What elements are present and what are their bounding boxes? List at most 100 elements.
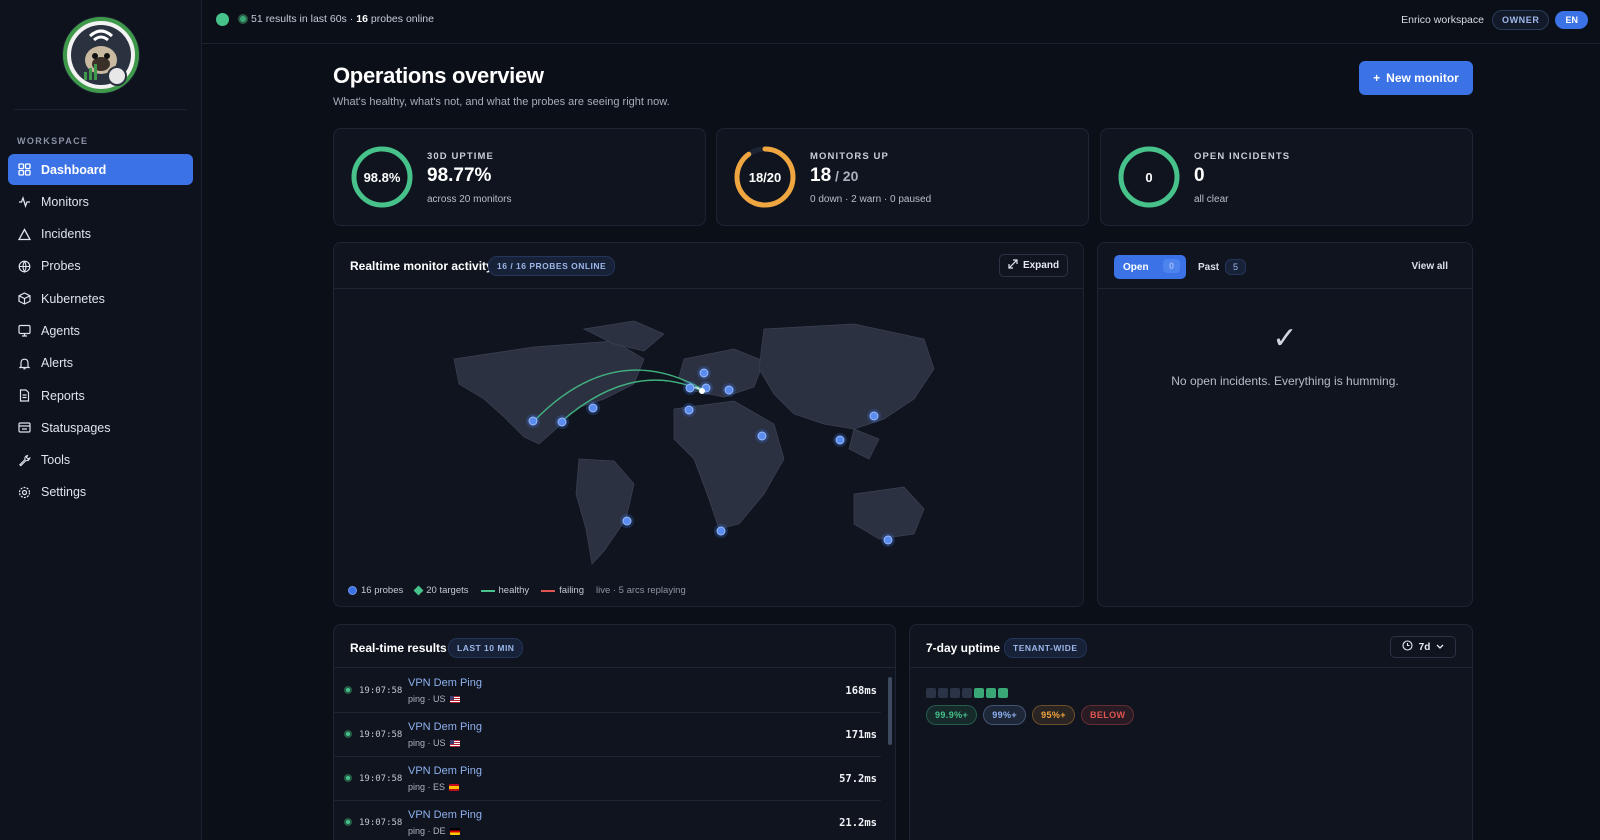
last-10-min-badge: LAST 10 MIN xyxy=(448,638,524,658)
result-status-dot xyxy=(344,818,352,826)
uptime-day-cell[interactable] xyxy=(998,688,1008,698)
view-all-link[interactable]: View all xyxy=(1411,261,1448,272)
monitors-up-subtext: 0 down · 2 warn · 0 paused xyxy=(810,194,932,205)
uptime-day-cell[interactable] xyxy=(926,688,936,698)
expand-icon xyxy=(1008,259,1018,272)
uptime-day-cell[interactable] xyxy=(950,688,960,698)
sidebar-item-kubernetes[interactable]: Kubernetes xyxy=(8,283,193,314)
open-incidents-subtext: all clear xyxy=(1194,194,1229,205)
gear-icon xyxy=(18,486,31,499)
result-row[interactable]: 19:07:58 VPN Dem Ping ping · US 171ms xyxy=(334,713,881,757)
result-monitor-name[interactable]: VPN Dem Ping xyxy=(408,721,482,733)
sidebar-item-alerts[interactable]: Alerts xyxy=(8,348,193,379)
uptime-value: 98.77% xyxy=(427,165,491,187)
asia-shape xyxy=(758,323,935,430)
sidebar: WORKSPACE Dashboard Monitors Incidents Prob… xyxy=(0,0,202,840)
past-count-badge: 5 xyxy=(1225,259,1247,275)
sidebar-item-label: Dashboard xyxy=(41,162,107,177)
monitors-up-ring-label: 18/20 xyxy=(748,169,782,185)
activity-title: Realtime monitor activity xyxy=(350,259,493,273)
sidebar-item-label: Alerts xyxy=(41,356,73,371)
app-logo[interactable] xyxy=(61,15,140,94)
results-text: results in last 60s · xyxy=(265,13,354,25)
flag-us-icon xyxy=(449,695,460,703)
open-incidents-stat-card: 0 OPEN INCIDENTS 0 all clear xyxy=(1100,128,1473,226)
result-monitor-name[interactable]: VPN Dem Ping xyxy=(408,809,482,821)
uptime-day-cell[interactable] xyxy=(938,688,948,698)
probe-marker xyxy=(716,526,726,536)
sidebar-item-tools[interactable]: Tools xyxy=(8,445,193,476)
legend-healthy: healthy xyxy=(498,585,530,596)
result-meta: ping · US xyxy=(408,694,460,704)
expand-label: Expand xyxy=(1022,260,1060,271)
tab-past-label: Past xyxy=(1198,261,1220,273)
sidebar-item-probes[interactable]: Probes xyxy=(8,251,193,282)
uptime-title: 30D UPTIME xyxy=(427,151,494,162)
expand-button[interactable]: Expand xyxy=(999,254,1068,277)
topbar: 51 results in last 60s · 16 probes onlin… xyxy=(202,0,1600,44)
probe-marker xyxy=(685,383,695,393)
sidebar-item-label: Monitors xyxy=(41,194,89,209)
result-time: 19:07:58 xyxy=(359,818,403,828)
probe-marker xyxy=(757,431,767,441)
probes-count: 16 xyxy=(356,13,368,25)
probe-marker xyxy=(684,405,694,415)
result-row[interactable]: 19:07:58 VPN Dem Ping ping · US 168ms xyxy=(334,669,881,713)
probes-online-badge: 16 / 16 PROBES ONLINE xyxy=(488,256,616,276)
sidebar-item-statuspages[interactable]: Statuspages xyxy=(8,412,193,443)
result-status-dot xyxy=(344,686,352,694)
no-incidents-message: No open incidents. Everything is humming… xyxy=(1171,374,1399,388)
globe-icon xyxy=(18,260,31,273)
map-legend: 16 probes 20 targets healthy failing liv… xyxy=(348,585,686,596)
stat-main-value: 0 xyxy=(1194,165,1205,186)
legend-failing: failing xyxy=(559,585,584,596)
sidebar-item-settings[interactable]: Settings xyxy=(8,477,193,508)
uptime-legend-chip: 95%+ xyxy=(1032,705,1075,725)
result-monitor-name[interactable]: VPN Dem Ping xyxy=(408,677,482,689)
results-scrollbar[interactable] xyxy=(888,677,892,745)
world-map[interactable] xyxy=(334,289,1083,576)
probes-text: probes online xyxy=(370,13,434,25)
sidebar-item-label: Incidents xyxy=(41,227,92,242)
open-incidents-value: 0 xyxy=(1194,165,1205,187)
uptime-ring-label: 98.8% xyxy=(363,169,401,185)
pulse-icon xyxy=(18,195,31,209)
result-meta: ping · US xyxy=(408,738,460,748)
range-value: 7d xyxy=(1418,641,1431,653)
document-icon xyxy=(18,389,31,402)
result-row[interactable]: 19:07:58 VPN Dem Ping ping · ES 57.2ms xyxy=(334,757,881,801)
africa-shape xyxy=(673,400,785,530)
chevron-down-icon xyxy=(1436,642,1444,653)
sidebar-item-agents[interactable]: Agents xyxy=(8,315,193,346)
new-monitor-button[interactable]: + New monitor xyxy=(1359,61,1473,95)
sidebar-item-label: Settings xyxy=(41,485,87,500)
legend-live: live · 5 arcs replaying xyxy=(595,585,686,596)
tab-open-incidents[interactable]: Open 0 xyxy=(1114,255,1186,279)
sidebar-item-incidents[interactable]: Incidents xyxy=(8,219,193,250)
probe-marker xyxy=(699,368,709,378)
result-status-dot xyxy=(344,730,352,738)
uptime-subtext: across 20 monitors xyxy=(427,194,512,205)
result-monitor-name[interactable]: VPN Dem Ping xyxy=(408,765,482,777)
result-row[interactable]: 19:07:58 VPN Dem Ping ping · DE 21.2ms xyxy=(334,801,881,840)
page-subtitle: What's healthy, what's not, and what the… xyxy=(333,96,670,108)
probe-legend-icon xyxy=(348,586,357,595)
workspace-name[interactable]: Enrico workspace xyxy=(1401,14,1484,26)
sidebar-item-reports[interactable]: Reports xyxy=(8,380,193,411)
uptime-day-cell[interactable] xyxy=(974,688,984,698)
stat-main-value: 18 xyxy=(810,165,832,186)
south-america-shape xyxy=(575,458,635,565)
sidebar-item-monitors[interactable]: Monitors xyxy=(8,186,193,217)
result-meta-text: ping · DE xyxy=(408,826,446,836)
probe-marker xyxy=(883,535,893,545)
checkmark-icon: ✓ xyxy=(1272,322,1298,355)
result-latency: 171ms xyxy=(845,729,877,741)
language-button[interactable]: EN xyxy=(1555,11,1588,29)
uptime-day-cell[interactable] xyxy=(986,688,996,698)
uptime-day-cell[interactable] xyxy=(962,688,972,698)
grid-icon xyxy=(18,163,31,176)
range-select[interactable]: 7d xyxy=(1390,636,1456,658)
sidebar-section-label: WORKSPACE xyxy=(17,136,89,146)
sidebar-item-dashboard[interactable]: Dashboard xyxy=(8,154,193,185)
clock-icon xyxy=(1402,640,1413,654)
